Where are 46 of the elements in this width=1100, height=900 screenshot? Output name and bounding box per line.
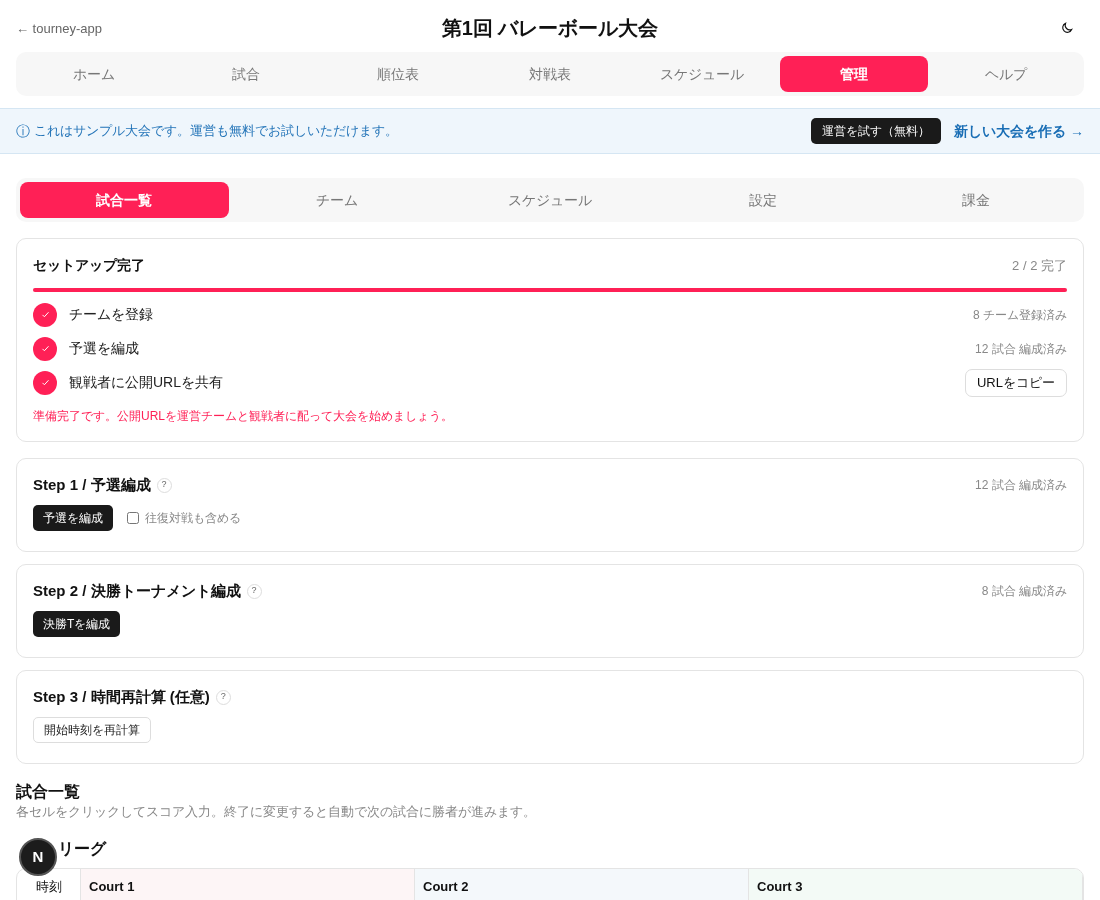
admin-tab[interactable]: スケジュール bbox=[445, 182, 655, 218]
dev-badge[interactable]: N bbox=[19, 838, 57, 876]
nav-tab[interactable]: ホーム bbox=[20, 56, 168, 92]
nav-tab[interactable]: 対戦表 bbox=[476, 56, 624, 92]
checklist-label: 観戦者に公開URLを共有 bbox=[69, 373, 224, 392]
nav-tab[interactable]: ヘルプ bbox=[932, 56, 1080, 92]
section-title: 試合一覧 bbox=[16, 782, 81, 802]
checklist-label: 予選を編成 bbox=[69, 339, 140, 358]
info-icon: ⓘ bbox=[16, 120, 30, 142]
column-header: Court 1 bbox=[81, 869, 415, 900]
step-title: Step 1 / 予選編成 bbox=[33, 474, 151, 495]
step-button[interactable]: 決勝Tを編成 bbox=[33, 611, 121, 637]
try-button[interactable]: 運営を試す（無料） bbox=[811, 118, 942, 144]
admin-tab[interactable]: 設定 bbox=[658, 182, 868, 218]
status-text: 8 試合 編成済み bbox=[981, 583, 1067, 600]
copy-url-button[interactable]: URLをコピー bbox=[965, 368, 1067, 397]
admin-tab[interactable]: チーム bbox=[232, 182, 442, 218]
nav-tab[interactable]: スケジュール bbox=[628, 56, 776, 92]
back-link[interactable]: ← tourney-app bbox=[16, 19, 102, 39]
moon-icon bbox=[1060, 21, 1074, 35]
card-title: セットアップ完了 bbox=[33, 256, 145, 275]
nav-tab[interactable]: 管理 bbox=[780, 56, 928, 92]
checkbox[interactable] bbox=[127, 512, 139, 524]
dark-mode-button[interactable] bbox=[1060, 20, 1076, 36]
status-text: 12 試合 編成済み bbox=[975, 340, 1067, 358]
admin-tab[interactable]: 試合一覧 bbox=[20, 182, 229, 218]
checkbox-label: 往復対戦も含める bbox=[145, 510, 241, 527]
nav-tab[interactable]: 順位表 bbox=[324, 56, 472, 92]
section-description: 各セルをクリックしてスコア入力。終了に変更すると自動で次の試合に勝者が進みます。 bbox=[16, 803, 537, 821]
step-title: Step 2 / 決勝トーナメント編成 bbox=[33, 580, 241, 601]
step-button[interactable]: 開始時刻を再計算 bbox=[33, 717, 151, 743]
page-title: 第1回 バレーボール大会 bbox=[441, 16, 659, 41]
checklist-label: チームを登録 bbox=[69, 305, 154, 324]
admin-tab[interactable]: 課金 bbox=[871, 182, 1080, 218]
ready-message: 準備完了です。公開URLを運営チームと観戦者に配って大会を始めましょう。 bbox=[33, 408, 454, 425]
status-text: 8 チーム登録済み bbox=[973, 306, 1067, 324]
step-button[interactable]: 予選を編成 bbox=[33, 505, 113, 531]
nav-tab[interactable]: 試合 bbox=[172, 56, 320, 92]
create-link[interactable]: 新しい大会を作る → bbox=[954, 120, 1084, 142]
progress-text: 2 / 2 完了 bbox=[1012, 256, 1067, 275]
column-header: Court 3 bbox=[749, 869, 1083, 900]
status-text: 12 試合 編成済み bbox=[975, 477, 1067, 494]
column-header: Court 2 bbox=[415, 869, 749, 900]
step-title: Step 3 / 時間再計算 (任意) bbox=[33, 686, 210, 707]
league-title: リーグ bbox=[58, 839, 108, 859]
banner-message: これはサンプル大会です。運営も無料でお試しいただけます。 bbox=[34, 122, 399, 141]
